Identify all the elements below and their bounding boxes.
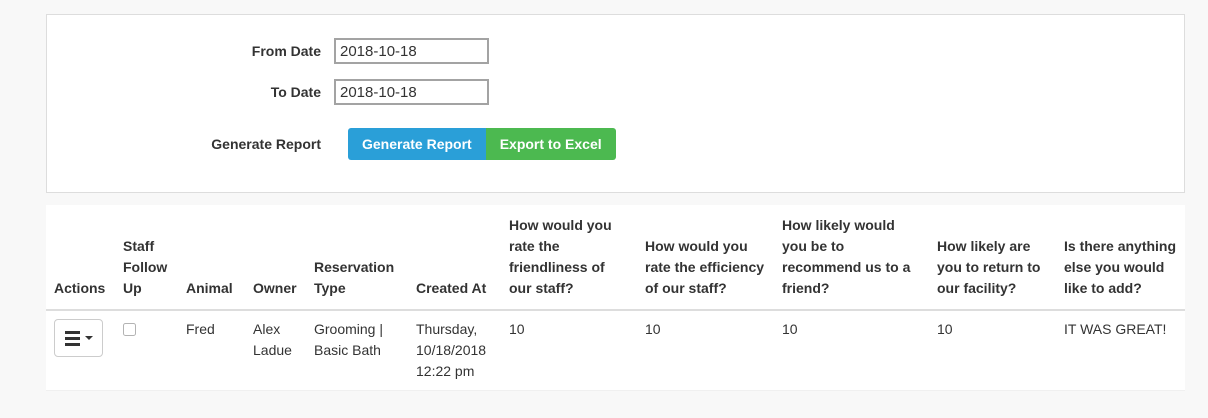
table-row: Fred Alex Ladue Grooming | Basic Bath Th… [46, 310, 1185, 391]
q-recommend-cell: 10 [774, 310, 929, 391]
created-at-cell: Thursday, 10/18/2018 12:22 pm [408, 310, 501, 391]
report-page: From Date To Date Generate Report Genera… [0, 14, 1208, 391]
col-header-q-recommend: How likely would you be to recommend us … [774, 205, 929, 311]
col-header-q-return: How likely are you to return to our faci… [929, 205, 1056, 311]
animal-cell: Fred [178, 310, 245, 391]
table-header-row: Actions Staff Follow Up Animal Owner Res… [46, 205, 1185, 311]
report-buttons-group: Generate Report Export to Excel [348, 128, 616, 160]
col-header-staff-follow-up: Staff Follow Up [115, 205, 178, 311]
generate-report-label: Generate Report [211, 136, 321, 152]
caret-down-icon [84, 336, 93, 340]
staff-follow-up-cell [115, 310, 178, 391]
q-anything-else-cell: IT WAS GREAT! [1056, 310, 1185, 391]
col-header-created-at: Created At [408, 205, 501, 311]
row-actions-menu-button[interactable] [54, 319, 103, 357]
staff-follow-up-checkbox[interactable] [123, 323, 136, 336]
q-friendliness-cell: 10 [501, 310, 637, 391]
owner-cell: Alex Ladue [245, 310, 306, 391]
col-header-q-anything-else: Is there anything else you would like to… [1056, 205, 1185, 311]
report-filter-panel: From Date To Date Generate Report Genera… [46, 14, 1185, 193]
col-header-animal: Animal [178, 205, 245, 311]
to-date-input[interactable] [334, 79, 489, 105]
col-header-owner: Owner [245, 205, 306, 311]
generate-report-button[interactable]: Generate Report [348, 128, 486, 160]
actions-cell [46, 310, 115, 391]
col-header-reservation-type: Reservation Type [306, 205, 408, 311]
generate-report-row: Generate Report Generate Report Export t… [47, 128, 1184, 160]
from-date-row: From Date [47, 38, 1184, 64]
reservation-type-cell: Grooming | Basic Bath [306, 310, 408, 391]
menu-bars-icon [64, 330, 80, 346]
col-header-q-efficiency: How would you rate the efficiency of our… [637, 205, 774, 311]
from-date-label: From Date [251, 43, 321, 59]
col-header-actions: Actions [46, 205, 115, 311]
q-return-cell: 10 [929, 310, 1056, 391]
survey-results-table: Actions Staff Follow Up Animal Owner Res… [46, 205, 1185, 391]
to-date-label: To Date [270, 84, 321, 100]
survey-results-table-container: Actions Staff Follow Up Animal Owner Res… [46, 205, 1185, 391]
from-date-input[interactable] [334, 38, 489, 64]
export-to-excel-button[interactable]: Export to Excel [485, 128, 616, 160]
q-efficiency-cell: 10 [637, 310, 774, 391]
to-date-row: To Date [47, 79, 1184, 105]
col-header-q-friendliness: How would you rate the friendliness of o… [501, 205, 637, 311]
